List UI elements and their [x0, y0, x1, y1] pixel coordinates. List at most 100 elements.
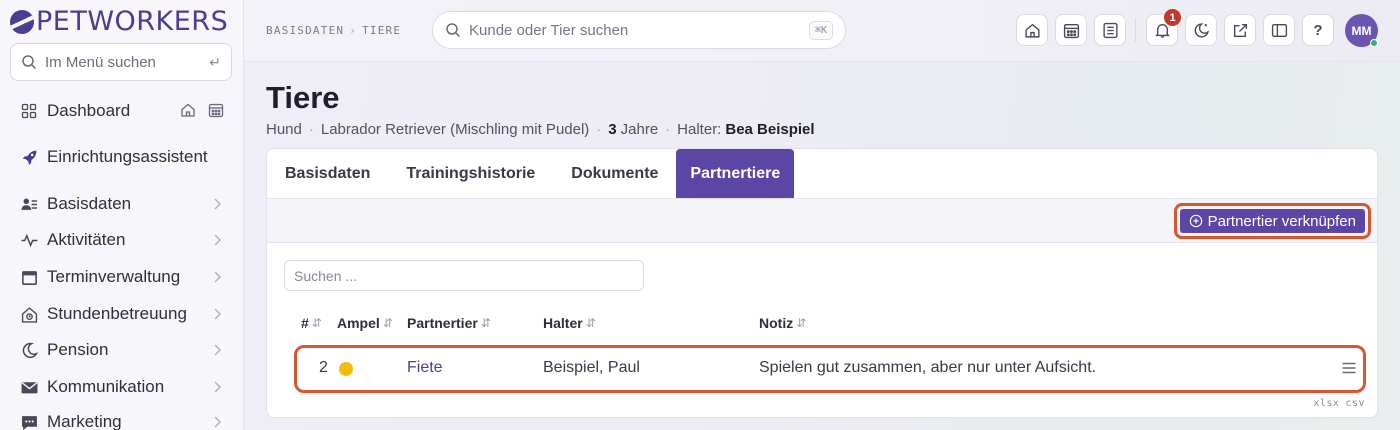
table-search-input[interactable]: Suchen ... — [284, 260, 644, 291]
chevron-right-icon — [214, 344, 222, 356]
sidebar-item-label: Marketing — [47, 412, 122, 430]
logo-text: PETWORKERS — [36, 6, 229, 37]
menu-icon[interactable] — [1341, 360, 1357, 376]
animal-summary: Hund · Labrador Retriever (Mischling mit… — [266, 121, 819, 138]
envelope-icon — [20, 378, 38, 396]
column-header-notiz[interactable]: Notiz ⇵ — [759, 315, 806, 331]
chevron-right-icon — [214, 308, 222, 320]
sort-icon: ⇵ — [796, 316, 807, 330]
calendar-icon — [20, 268, 38, 286]
notifications-button[interactable]: 1 — [1146, 9, 1181, 46]
sidebar-item-pension[interactable]: Pension — [0, 333, 244, 367]
species: Hund — [266, 121, 302, 138]
column-header-ampel[interactable]: Ampel ⇵ — [337, 315, 393, 331]
notes-button[interactable] — [1094, 14, 1126, 46]
calendar-button[interactable] — [1055, 14, 1087, 46]
column-header-partnertier[interactable]: Partnertier ⇵ — [407, 315, 491, 331]
document-list-icon — [1102, 22, 1118, 38]
link-partner-label: Partnertier verknüpfen — [1207, 212, 1356, 230]
sidebar-item-label: Basisdaten — [47, 194, 132, 213]
home-icon[interactable] — [180, 102, 196, 118]
sidebar-item-basisdaten[interactable]: Basisdaten — [0, 187, 244, 221]
sidebar-toggle-button[interactable] — [1263, 14, 1295, 46]
user-avatar[interactable]: MM — [1345, 14, 1378, 47]
menu-search-input[interactable]: Im Menü suchen ↵ — [10, 43, 232, 81]
link-partner-button[interactable]: Partnertier verknüpfen — [1179, 209, 1365, 233]
export-csv-link[interactable]: csv — [1345, 398, 1365, 409]
tab-partnertiere[interactable]: Partnertiere — [676, 149, 795, 198]
menu-search-placeholder: Im Menü suchen — [45, 53, 156, 71]
table-header: # ⇵ Ampel ⇵ Partnertier ⇵ Halter ⇵ Notiz ⇵ — [267, 315, 1377, 337]
breadcrumb-item[interactable]: TIERE — [362, 24, 401, 37]
owner-name[interactable]: Bea Beispiel — [725, 121, 814, 138]
sidebar-item-kommunikation[interactable]: Kommunikation — [0, 370, 244, 404]
row-number: 2 — [319, 359, 328, 376]
partner-name-link[interactable]: Fiete — [407, 359, 443, 377]
age-value: 3 — [608, 121, 617, 138]
table-row[interactable]: 2 Fiete Beispiel, Paul Spielen gut zusam… — [294, 345, 1366, 393]
sidebar-item-label: Pension — [47, 340, 109, 359]
help-button[interactable]: ? — [1302, 14, 1334, 46]
sort-icon: ⇵ — [585, 316, 596, 330]
sidebar-item-label: Dashboard — [47, 101, 131, 120]
home-button[interactable] — [1016, 14, 1048, 46]
ampel-status-dot — [339, 362, 353, 376]
calendar-grid-icon[interactable] — [208, 102, 224, 118]
moon-icon — [20, 341, 38, 359]
sidebar-item-label: Aktivitäten — [47, 230, 126, 249]
separator-dot: · — [665, 121, 671, 138]
moon-stars-icon — [1194, 22, 1209, 38]
age-unit: Jahre — [620, 121, 659, 138]
plus-circle-icon — [1189, 214, 1202, 228]
column-header-halter[interactable]: Halter ⇵ — [543, 315, 596, 331]
breadcrumb-separator: › — [349, 24, 358, 37]
export-xlsx-link[interactable]: xlsx — [1313, 398, 1339, 409]
chevron-right-icon — [214, 234, 222, 246]
sort-icon: ⇵ — [382, 316, 393, 330]
sidebar-item-terminverwaltung[interactable]: Terminverwaltung — [0, 260, 244, 294]
column-label: Ampel — [337, 315, 380, 331]
global-search-input[interactable]: Kunde oder Tier suchen ⌘K — [432, 11, 846, 49]
column-label: Halter — [543, 315, 583, 331]
users-list-icon — [20, 195, 38, 213]
sidebar-item-label: Einrichtungsassistent — [47, 147, 208, 166]
night-mode-button[interactable] — [1185, 14, 1217, 46]
sidebar-item-marketing[interactable]: Marketing — [0, 405, 244, 430]
topbar: BASISDATEN › TIERE Kunde oder Tier suchen … — [244, 0, 1400, 62]
sort-icon: ⇵ — [311, 316, 322, 330]
breadcrumb-item[interactable]: BASISDATEN — [266, 24, 344, 37]
sidebar-item-label: Stundenbetreuung — [47, 304, 187, 323]
sidebar-item-aktivitaeten[interactable]: Aktivitäten — [0, 223, 244, 257]
toolbar-divider — [1135, 18, 1136, 42]
search-icon — [22, 55, 37, 70]
external-link-icon — [1233, 23, 1247, 37]
chevron-right-icon — [214, 198, 222, 210]
open-external-button[interactable] — [1224, 14, 1256, 46]
note-cell: Spielen gut zusammen, aber nur unter Auf… — [759, 359, 1097, 376]
app-logo[interactable]: PETWORKERS — [10, 6, 228, 37]
dashboard-shortcuts — [180, 102, 224, 118]
dashboard-icon — [20, 102, 38, 120]
activity-icon — [20, 231, 38, 249]
sidebar-item-einrichtungsassistent[interactable]: Einrichtungsassistent — [0, 140, 244, 174]
tab-dokumente[interactable]: Dokumente — [553, 149, 676, 198]
sidebar-item-stundenbetreuung[interactable]: Stundenbetreuung — [0, 297, 244, 331]
sidebar-item-dashboard[interactable]: Dashboard — [0, 94, 244, 128]
partner-card: Basisdaten Trainingshistorie Dokumente P… — [266, 148, 1378, 418]
tab-basisdaten[interactable]: Basisdaten — [267, 149, 388, 198]
sort-icon: ⇵ — [480, 316, 491, 330]
online-status-dot — [1370, 39, 1378, 47]
search-icon — [446, 23, 461, 38]
owner-cell: Beispiel, Paul — [543, 359, 640, 376]
tab-trainingshistorie[interactable]: Trainingshistorie — [388, 149, 553, 198]
column-header-number[interactable]: # ⇵ — [301, 315, 322, 331]
global-search-placeholder: Kunde oder Tier suchen — [469, 21, 629, 39]
calendar-grid-icon — [1063, 23, 1079, 38]
separator-dot: · — [308, 121, 314, 138]
sidebar: PETWORKERS Im Menü suchen ↵ Dashboard Ei… — [0, 0, 244, 430]
breadcrumb: BASISDATEN › TIERE — [266, 24, 401, 37]
sidebar-item-label: Terminverwaltung — [47, 267, 181, 286]
column-label: Notiz — [759, 315, 794, 331]
column-label: Partnertier — [407, 315, 478, 331]
column-label: # — [301, 315, 309, 331]
